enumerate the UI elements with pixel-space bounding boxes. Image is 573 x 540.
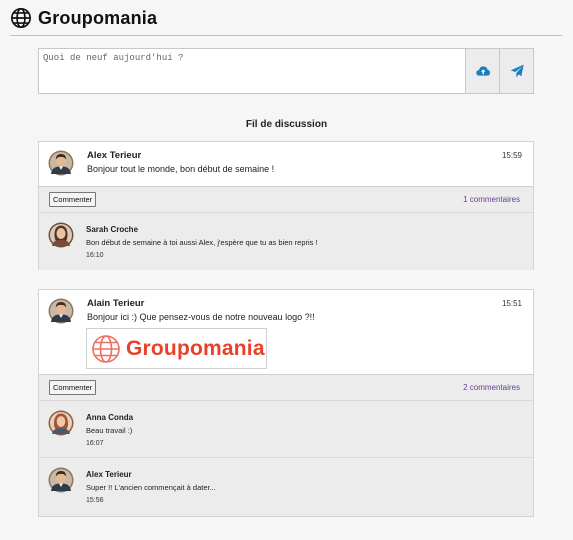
globe-icon [11,8,31,28]
post-author[interactable]: Alex Terieur [87,150,141,161]
post-composer [38,48,534,94]
send-post-button[interactable] [499,49,533,93]
avatar[interactable] [48,222,74,248]
post-card: Alain Terieur 15:51 Bonjour ici :) Que p… [38,289,534,517]
globe-logo-icon [92,334,120,363]
comment-count-link[interactable]: 2 commentaires [463,383,520,392]
app-title[interactable]: Groupomania [38,8,157,29]
post-author[interactable]: Alain Terieur [87,298,144,309]
comment-button[interactable]: Commenter [49,192,97,207]
comment-text: Super !! L'ancien commençait à dater... [86,483,216,492]
paper-plane-icon [510,64,524,78]
post-actions: Commenter 2 commentaires [39,375,533,401]
header-divider [10,35,562,36]
cloud-upload-icon [475,66,490,76]
post-text: Bonjour tout le monde, bon début de sema… [87,164,275,174]
upload-image-button[interactable] [465,49,499,93]
comment-button[interactable]: Commenter [49,380,97,395]
post-time: 15:51 [501,299,522,308]
comment-time: 16:10 [86,252,104,259]
comment-author[interactable]: Anna Conda [86,413,133,422]
comment-item: Anna Conda Beau travail :) 16:07 [39,401,533,458]
comment-author[interactable]: Alex Terieur [86,470,132,479]
post-text: Bonjour ici :) Que pensez-vous de notre … [87,312,315,322]
comment-time: 15:56 [86,497,104,504]
comment-text: Beau travail :) [86,426,133,435]
avatar[interactable] [48,150,74,176]
avatar[interactable] [48,298,74,324]
post-card: Alex Terieur 15:59 Bonjour tout le monde… [38,141,534,270]
avatar[interactable] [48,467,74,493]
comment-count-link[interactable]: 1 commentaires [463,195,520,204]
avatar[interactable] [48,410,74,436]
post-image[interactable]: Groupomania [86,328,267,369]
comment-text: Bon début de semaine à toi aussi Alex, j… [86,238,318,247]
post-content: Alex Terieur 15:59 Bonjour tout le monde… [39,142,533,187]
logo-wordmark: Groupomania [126,336,265,360]
comment-item: Alex Terieur Super !! L'ancien commençai… [39,458,533,515]
comment-item: Sarah Croche Bon début de semaine à toi … [39,213,533,270]
comment-time: 16:07 [86,440,104,447]
app-header: Groupomania [10,6,157,30]
post-time: 15:59 [501,151,522,160]
post-content: Alain Terieur 15:51 Bonjour ici :) Que p… [39,290,533,375]
new-post-input[interactable] [39,49,465,93]
post-actions: Commenter 1 commentaires [39,187,533,213]
feed-title: Fil de discussion [245,119,328,130]
comment-author[interactable]: Sarah Croche [86,225,138,234]
